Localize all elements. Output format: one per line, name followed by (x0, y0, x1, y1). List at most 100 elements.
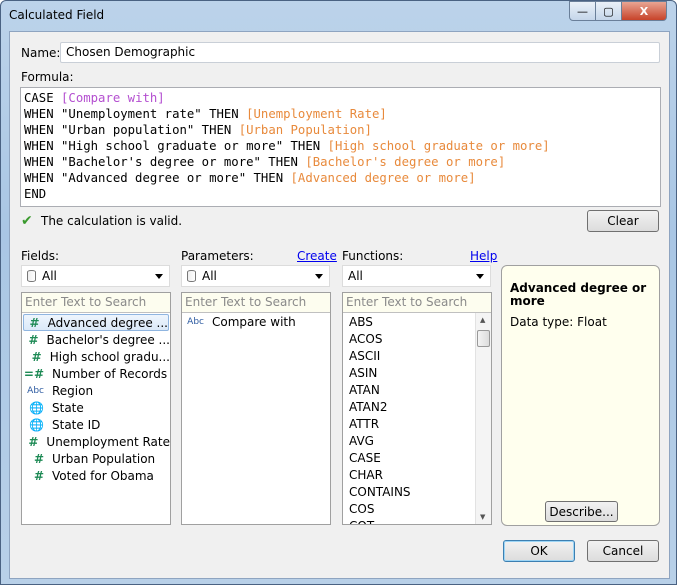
formula-line: END (24, 186, 657, 202)
list-item[interactable]: 🌐 State ID (22, 416, 170, 433)
list-item-label: Region (52, 383, 94, 398)
functions-filter-value: All (348, 269, 363, 283)
formula-parameter-ref: [Compare with] (61, 91, 165, 105)
list-item-label: Number of Records (52, 366, 168, 381)
fields-filter-value: All (42, 269, 57, 283)
functions-filter-dropdown[interactable]: All (342, 265, 491, 287)
clear-button[interactable]: Clear (587, 210, 659, 232)
function-item[interactable]: ATTR (349, 415, 491, 432)
formula-line: WHEN "Advanced degree or more" THEN [Adv… (24, 170, 657, 186)
check-icon: ✔ (21, 213, 33, 229)
formula-keyword: END (24, 187, 47, 201)
formula-field-ref: [Advanced degree or more] (290, 171, 476, 185)
list-item[interactable]: 🌐 State (22, 399, 170, 416)
list-item-label: State (52, 400, 84, 415)
list-item[interactable]: Abc Compare with (182, 313, 330, 330)
list-item[interactable]: # Urban Population (22, 450, 170, 467)
function-item[interactable]: ASCII (349, 347, 491, 364)
list-item-label: Voted for Obama (52, 468, 154, 483)
list-item[interactable]: # Advanced degree ... (23, 314, 169, 331)
function-item[interactable]: CONTAINS (349, 483, 491, 500)
formula-line: WHEN "High school graduate or more" THEN… (24, 138, 657, 154)
ok-button[interactable]: OK (503, 540, 575, 562)
database-icon (187, 270, 196, 282)
name-label: Name: (21, 46, 61, 60)
describe-button[interactable]: Describe... (545, 501, 618, 522)
parameters-label: Parameters: (181, 249, 254, 263)
parameters-filter-dropdown[interactable]: All (181, 265, 330, 287)
measure-icon: =# (23, 366, 44, 381)
window-title: Calculated Field (9, 8, 105, 22)
function-item[interactable]: CHAR (349, 466, 491, 483)
list-item[interactable]: Abc Region (22, 382, 170, 399)
measure-icon: # (31, 349, 42, 364)
function-item[interactable]: ABS (349, 313, 491, 330)
info-title: Advanced degree or more (510, 281, 647, 308)
chevron-down-icon (315, 274, 323, 279)
formula-line: WHEN "Urban population" THEN [Urban Popu… (24, 122, 657, 138)
fields-label: Fields: (21, 249, 59, 263)
minimize-button[interactable]: — (569, 1, 596, 21)
formula-editor[interactable]: CASE [Compare with] WHEN "Unemployment ra… (20, 87, 661, 207)
fields-filter-dropdown[interactable]: All (21, 265, 170, 287)
function-item[interactable]: COS (349, 500, 491, 517)
function-item[interactable]: ATAN (349, 381, 491, 398)
help-link[interactable]: Help (470, 249, 497, 263)
formula-keyword: WHEN "Unemployment rate" THEN (24, 107, 247, 121)
string-icon: Abc (27, 385, 44, 396)
list-item-label: Advanced degree ... (47, 315, 168, 330)
formula-label: Formula: (21, 70, 74, 84)
functions-list: Enter Text to Search ABS ACOS ASCII ASIN ATA… (342, 292, 492, 525)
function-item[interactable]: CASE (349, 449, 491, 466)
formula-line: CASE [Compare with] (24, 90, 657, 106)
create-parameter-link[interactable]: Create (297, 249, 337, 263)
function-item[interactable]: AVG (349, 432, 491, 449)
globe-icon: 🌐 (29, 400, 44, 415)
list-item-label: Unemployment Rate (46, 434, 170, 449)
functions-scrollbar[interactable]: ▲ ▼ (475, 313, 491, 524)
validation-status: The calculation is valid. (41, 214, 183, 228)
formula-keyword: WHEN "Urban population" THEN (24, 123, 239, 137)
list-item[interactable]: # Voted for Obama (22, 467, 170, 484)
formula-field-ref: [Unemployment Rate] (246, 107, 387, 121)
formula-field-ref: [Urban Population] (238, 123, 372, 137)
chevron-down-icon (155, 274, 163, 279)
parameters-list: Enter Text to Search Abc Compare with (181, 292, 331, 525)
list-item[interactable]: =# Number of Records (22, 365, 170, 382)
parameters-search-input[interactable]: Enter Text to Search (182, 293, 330, 313)
globe-icon: 🌐 (29, 417, 44, 432)
function-item[interactable]: ASIN (349, 364, 491, 381)
maximize-button[interactable]: ▢ (595, 1, 622, 21)
close-button[interactable]: X (621, 1, 667, 21)
formula-keyword: WHEN "Advanced degree or more" THEN (24, 171, 291, 185)
measure-icon: # (28, 332, 39, 347)
function-item[interactable]: ATAN2 (349, 398, 491, 415)
list-item-label: High school gradu... (49, 349, 170, 364)
functions-search-input[interactable]: Enter Text to Search (343, 293, 491, 313)
function-item[interactable]: ACOS (349, 330, 491, 347)
list-item-label: Bachelor's degree ... (46, 332, 170, 347)
scroll-down-icon[interactable]: ▼ (480, 513, 485, 521)
formula-keyword: CASE (24, 91, 62, 105)
formula-keyword: WHEN "High school graduate or more" THEN (24, 139, 328, 153)
parameters-filter-value: All (202, 269, 217, 283)
measure-icon: # (33, 451, 44, 466)
list-item[interactable]: # Bachelor's degree ... (22, 331, 170, 348)
dialog-window: Calculated Field — ▢ X Name: Chosen Demo… (0, 0, 677, 585)
scroll-up-icon[interactable]: ▲ (480, 316, 485, 324)
dialog-body: Name: Chosen Demographic Formula: CASE [… (9, 31, 670, 579)
list-item[interactable]: # High school gradu... (22, 348, 170, 365)
list-item[interactable]: # Unemployment Rate (22, 433, 170, 450)
cancel-button[interactable]: Cancel (587, 540, 659, 562)
scrollbar-thumb[interactable] (477, 330, 490, 347)
measure-icon: # (29, 315, 40, 330)
measure-icon: # (33, 468, 44, 483)
chevron-down-icon (476, 274, 484, 279)
formula-keyword: WHEN "Bachelor's degree or more" THEN (24, 155, 306, 169)
fields-search-input[interactable]: Enter Text to Search (22, 293, 170, 313)
function-item[interactable]: COT (349, 517, 491, 525)
list-item-label: State ID (52, 417, 101, 432)
list-item-label: Compare with (212, 314, 296, 329)
name-input[interactable]: Chosen Demographic (60, 42, 660, 63)
formula-field-ref: [High school graduate or more] (327, 139, 550, 153)
